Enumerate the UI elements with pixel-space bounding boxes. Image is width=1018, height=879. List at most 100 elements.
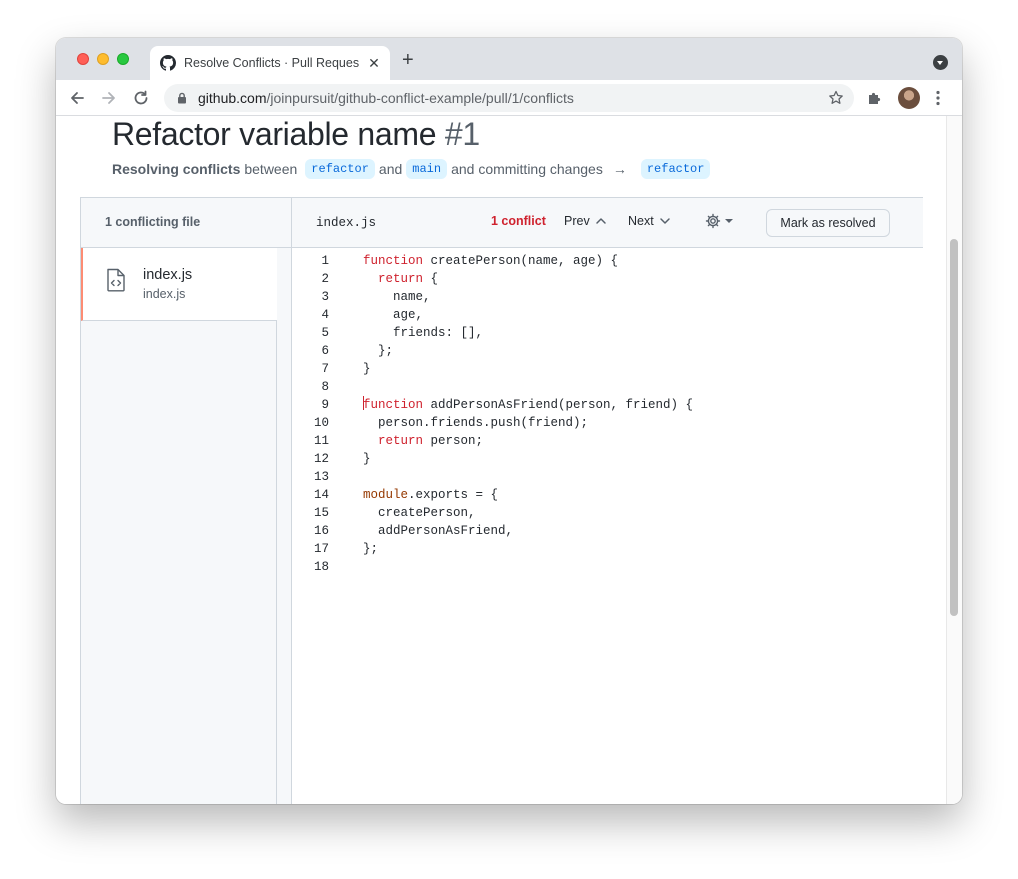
line-number: 15: [313, 506, 329, 520]
code-line[interactable]: 2 return {: [292, 270, 923, 288]
lock-icon[interactable]: [176, 92, 188, 104]
base-branch-badge[interactable]: main: [406, 159, 448, 179]
address-bar[interactable]: github.com/joinpursuit/github-conflict-e…: [164, 84, 854, 112]
code-line[interactable]: 5 friends: [],: [292, 324, 923, 342]
prev-conflict-button[interactable]: Prev: [564, 214, 607, 228]
code-text: addPersonAsFriend,: [363, 524, 514, 538]
committing-text: and committing changes: [451, 161, 603, 177]
code-line[interactable]: 13: [292, 468, 923, 486]
arrow-right-icon: →: [612, 161, 627, 177]
conflict-count: 1 conflict: [491, 214, 546, 228]
prev-label: Prev: [564, 214, 590, 228]
kebab-icon[interactable]: [936, 90, 940, 106]
reload-icon[interactable]: [132, 89, 150, 107]
code-text: createPerson,: [363, 506, 476, 520]
code-text: }: [363, 362, 371, 376]
line-number: 8: [321, 380, 329, 394]
minimize-window-button[interactable]: [97, 53, 109, 65]
code-line[interactable]: 8: [292, 378, 923, 396]
star-icon[interactable]: [828, 90, 844, 106]
mark-as-resolved-button[interactable]: Mark as resolved: [766, 209, 890, 237]
line-number: 9: [321, 398, 329, 412]
line-number: 1: [321, 254, 329, 268]
file-path: index.js: [143, 287, 186, 301]
code-editor[interactable]: 1 function createPerson(name, age) { 2 ret…: [292, 248, 923, 804]
line-number: 10: [313, 416, 329, 430]
line-number: 12: [313, 452, 329, 466]
line-number: 3: [321, 290, 329, 304]
code-line[interactable]: 18: [292, 558, 923, 576]
conflicting-file-count: 1 conflicting file: [105, 215, 201, 229]
code-line[interactable]: 3 name,: [292, 288, 923, 306]
editor-header: index.js 1 conflict Prev Next Mark as re…: [292, 198, 923, 248]
resolving-label: Resolving conflicts: [112, 161, 241, 177]
code-line[interactable]: 7}: [292, 360, 923, 378]
code-text: function createPerson(name, age) {: [363, 254, 619, 268]
url-host: github.com: [198, 90, 267, 106]
close-tab-icon[interactable]: ✕: [366, 55, 382, 71]
zoom-window-button[interactable]: [117, 53, 129, 65]
code-text: person.friends.push(friend);: [363, 416, 589, 430]
current-file-name: index.js: [316, 216, 377, 230]
page-content: Refactor variable name #1 Resolving conf…: [56, 116, 962, 804]
keyword: function: [363, 398, 424, 412]
puzzle-icon[interactable]: [867, 90, 883, 106]
target-branch-badge[interactable]: refactor: [640, 159, 711, 179]
chevron-up-icon: [595, 218, 606, 224]
new-tab-button[interactable]: +: [402, 50, 414, 70]
code-line[interactable]: 17};: [292, 540, 923, 558]
arrow-left-icon[interactable]: [68, 89, 86, 107]
keyword: return: [378, 272, 424, 286]
code-text: module.exports = {: [363, 488, 499, 502]
tab-title: Resolve Conflicts · Pull Reques: [184, 56, 360, 70]
code-text: }: [363, 452, 371, 466]
file-item-index-js[interactable]: index.js index.js: [81, 248, 277, 321]
code-line[interactable]: 12}: [292, 450, 923, 468]
next-label: Next: [628, 214, 654, 228]
file-name: index.js: [143, 267, 193, 283]
line-number: 2: [321, 272, 329, 286]
code-line[interactable]: 1 function createPerson(name, age) {: [292, 252, 923, 270]
line-number: 7: [321, 362, 329, 376]
gear-icon: [705, 213, 721, 229]
entity: module: [363, 488, 409, 502]
code-line[interactable]: 15 createPerson,: [292, 504, 923, 522]
code-text: function addPersonAsFriend(person, frien…: [363, 396, 694, 412]
code-text: };: [363, 344, 394, 358]
line-number: 18: [313, 560, 329, 574]
code-line[interactable]: 11 return person;: [292, 432, 923, 450]
line-number: 16: [313, 524, 329, 538]
code-line[interactable]: 9 function addPersonAsFriend(person, frie…: [292, 396, 923, 414]
code-line[interactable]: 14 module.exports = {: [292, 486, 923, 504]
code-text: age,: [363, 308, 424, 322]
line-number: 5: [321, 326, 329, 340]
next-conflict-button[interactable]: Next: [628, 214, 671, 228]
editor-settings-button[interactable]: [705, 213, 733, 229]
arrow-right-icon[interactable]: [100, 89, 118, 107]
code-line[interactable]: 4 age,: [292, 306, 923, 324]
scrollbar-thumb[interactable]: [950, 239, 958, 616]
files-header: 1 conflicting file: [81, 198, 292, 248]
code-text: return person;: [378, 434, 484, 448]
github-icon: [160, 55, 176, 71]
code-line[interactable]: 16 addPersonAsFriend,: [292, 522, 923, 540]
between-text: between: [244, 161, 298, 177]
code-line[interactable]: 10 person.friends.push(friend);: [292, 414, 923, 432]
browser-toolbar: github.com/joinpursuit/github-conflict-e…: [56, 80, 962, 116]
avatar[interactable]: [898, 87, 920, 109]
code-text: name,: [363, 290, 431, 304]
pr-title-text: Refactor variable name: [112, 116, 437, 152]
url-path: /joinpursuit/github-conflict-example/pul…: [266, 90, 574, 106]
url-text: github.com/joinpursuit/github-conflict-e…: [198, 90, 574, 106]
tab-search-icon[interactable]: [933, 55, 948, 70]
page-scrollbar[interactable]: [946, 116, 962, 804]
and-text: and: [378, 161, 403, 177]
code-text: };: [363, 542, 379, 556]
code-line[interactable]: 6 };: [292, 342, 923, 360]
pr-number: #1: [444, 116, 480, 152]
tab-resolve-conflicts[interactable]: Resolve Conflicts · Pull Reques ✕: [150, 46, 390, 80]
close-window-button[interactable]: [77, 53, 89, 65]
chevron-down-icon: [659, 218, 670, 224]
head-branch-badge[interactable]: refactor: [305, 159, 375, 179]
line-number: 14: [313, 488, 329, 502]
